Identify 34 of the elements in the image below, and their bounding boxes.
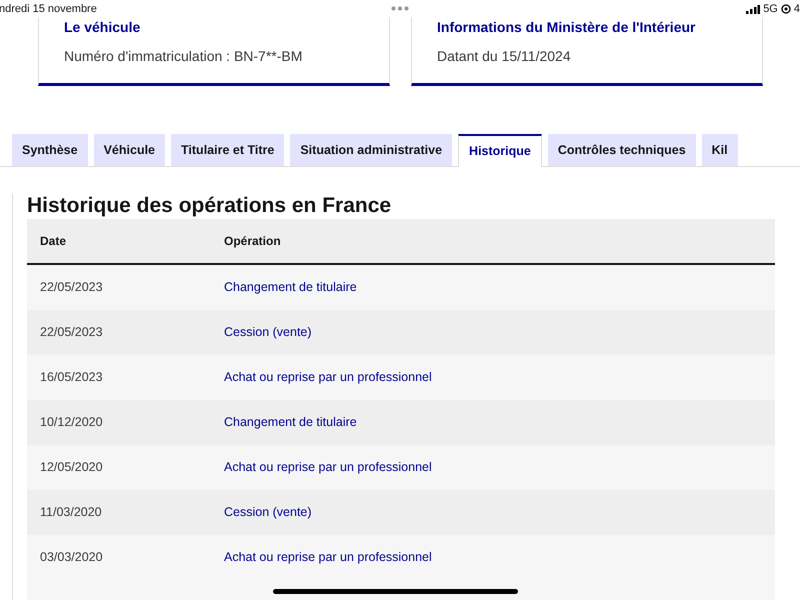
- operation-link[interactable]: Cession (vente): [224, 503, 312, 522]
- column-header: Opération: [224, 233, 281, 250]
- operation-link[interactable]: Changement de titulaire: [224, 413, 357, 432]
- location-icon: [780, 4, 791, 14]
- network-label: 5G: [763, 2, 778, 17]
- card-text: Datant du 15/11/2024: [437, 47, 572, 66]
- operation-link[interactable]: Achat ou reprise par un professionnel: [224, 458, 432, 477]
- column-header: Date: [39, 233, 68, 250]
- date-cell-text: 03/03/2020: [39, 549, 104, 566]
- tab[interactable]: Véhicule: [94, 134, 166, 166]
- operation-link[interactable]: Achat ou reprise par un professionnel: [224, 368, 432, 387]
- tab[interactable]: Kil: [702, 134, 738, 166]
- card-text: Numéro d'immatriculation : BN-7**-BM: [64, 47, 304, 66]
- date-cell-text: 16/05/2023: [39, 369, 104, 386]
- date-cell-text: 22/05/2023: [39, 279, 104, 296]
- date-cell-text: 12/05/2020: [39, 459, 104, 476]
- more-icon: [391, 6, 409, 11]
- operation-link[interactable]: Achat ou reprise par un professionnel: [224, 548, 432, 567]
- signal-icon: [746, 4, 760, 14]
- status-date: ndredi 15 novembre: [0, 2, 97, 17]
- operation-link[interactable]: Cession (vente): [224, 323, 312, 342]
- tab[interactable]: Contrôles techniques: [548, 134, 696, 166]
- date-cell-text: 11/03/2020: [39, 504, 103, 522]
- tab[interactable]: Situation administrative: [290, 134, 452, 166]
- tab[interactable]: Historique: [458, 134, 542, 167]
- date-cell-text: 22/05/2023: [39, 324, 104, 342]
- card-title: Le véhicule: [64, 18, 142, 37]
- card-title: Informations du Ministère de l'Intérieur: [437, 18, 696, 37]
- section-title: Historique des opérations en France: [27, 194, 392, 218]
- date-cell-text: 10/12/2020: [39, 414, 104, 432]
- battery-label: 4: [794, 2, 800, 17]
- tab[interactable]: Titulaire et Titre: [171, 134, 284, 166]
- operation-link[interactable]: Changement de titulaire: [224, 278, 357, 297]
- tab[interactable]: Synthèse: [12, 134, 88, 166]
